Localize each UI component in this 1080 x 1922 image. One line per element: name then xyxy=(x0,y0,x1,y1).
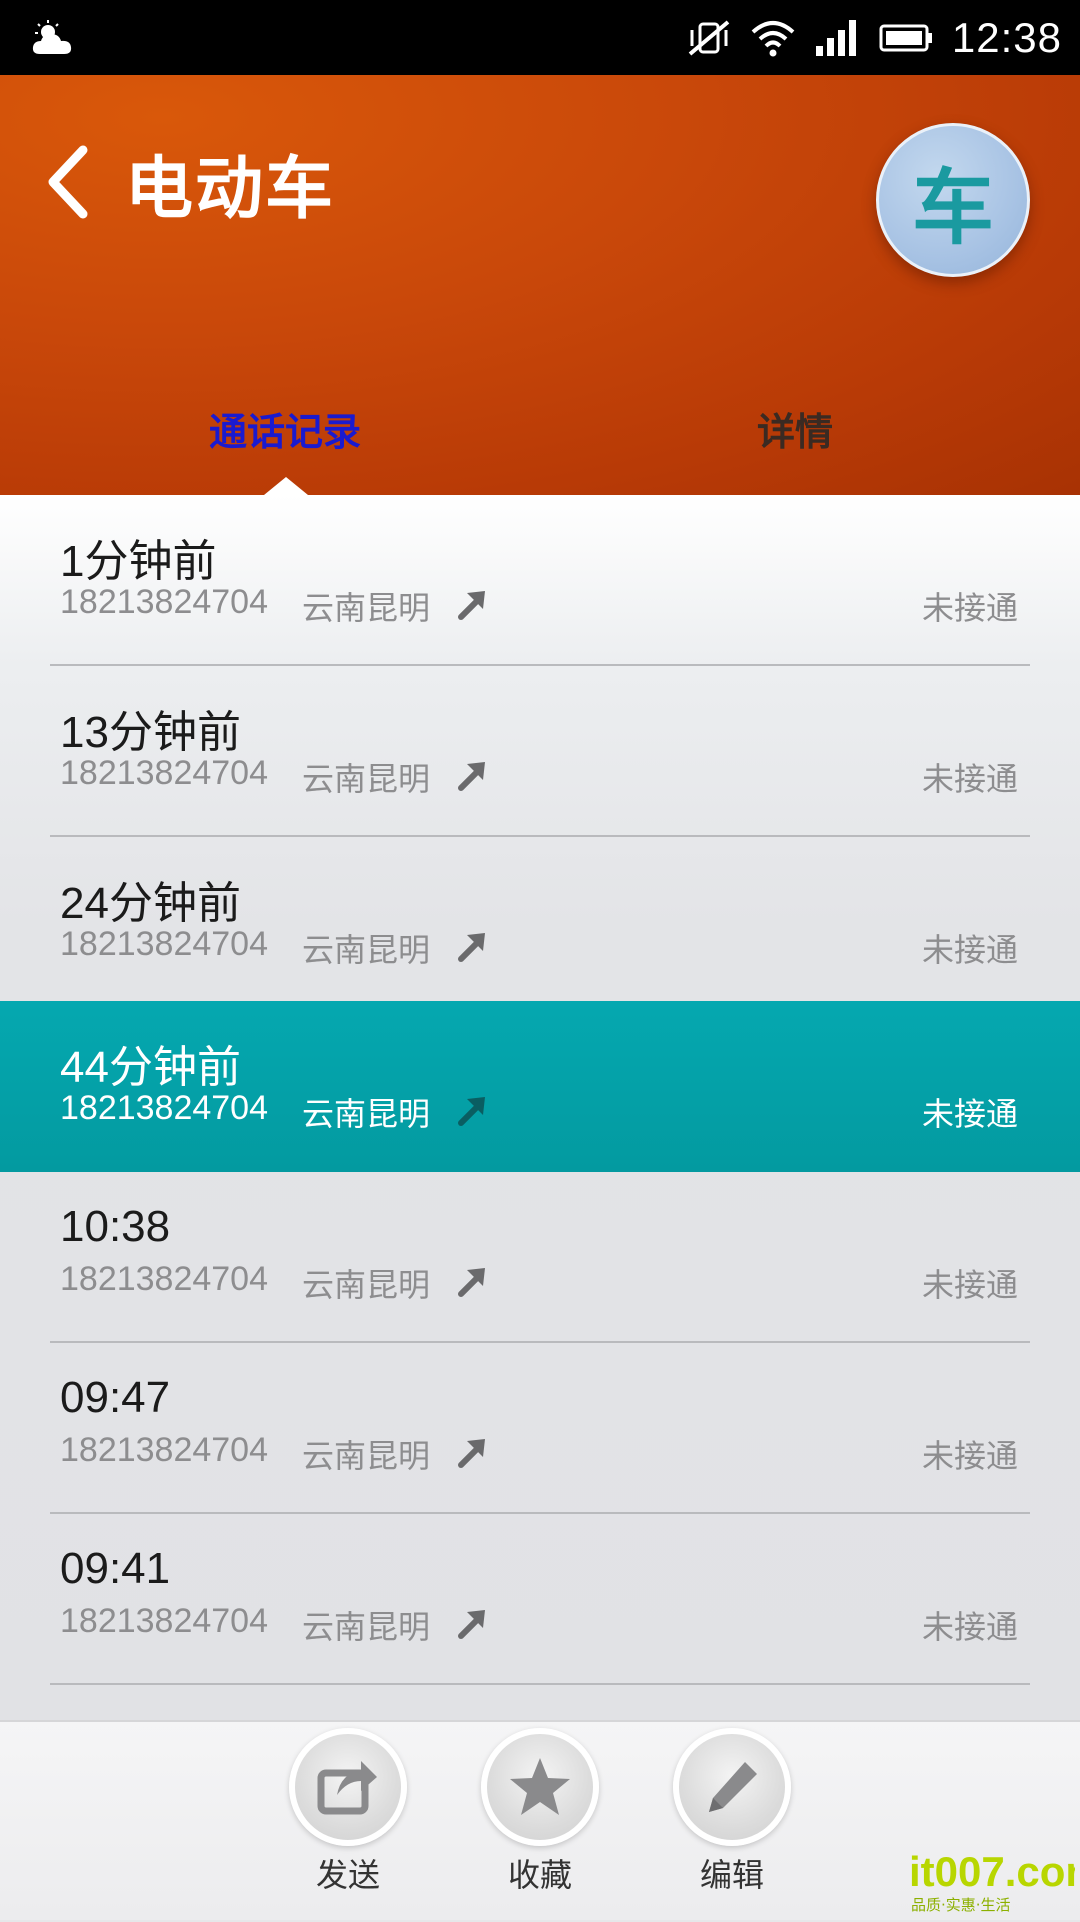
send-label: 发送 xyxy=(315,1856,380,1894)
back-button[interactable] xyxy=(38,137,98,227)
call-location: 云南昆明 xyxy=(302,589,431,627)
favorite-button[interactable]: 收藏 xyxy=(475,1722,605,1922)
outgoing-call-arrow-icon xyxy=(458,591,485,620)
favorite-label: 收藏 xyxy=(507,1856,572,1894)
call-status: 未接通 xyxy=(921,1266,1018,1304)
call-location: 云南昆明 xyxy=(302,760,431,798)
call-log-row[interactable]: 13分钟前 18213824704 云南昆明 未接通 xyxy=(0,666,1080,837)
call-number: 18213824704 xyxy=(60,1431,269,1469)
call-time: 09:47 xyxy=(60,1373,171,1422)
battery-icon xyxy=(879,24,932,51)
wifi-icon xyxy=(751,20,795,56)
call-time: 10:38 xyxy=(60,1202,171,1251)
call-log-row[interactable]: 10:38 18213824704 云南昆明 未接通 xyxy=(0,1172,1080,1343)
call-time: 24分钟前 xyxy=(60,879,241,928)
edit-button[interactable]: 编辑 xyxy=(667,1722,797,1922)
call-status: 未接通 xyxy=(921,1437,1018,1475)
call-location: 云南昆明 xyxy=(302,1266,431,1304)
call-time: 13分钟前 xyxy=(60,708,241,757)
call-location: 云南昆明 xyxy=(302,1095,431,1133)
tab-bar: 通话记录 详情 xyxy=(0,385,1080,495)
outgoing-call-arrow-icon xyxy=(458,1097,485,1126)
star-icon xyxy=(510,1758,570,1815)
call-status: 未接通 xyxy=(921,760,1018,798)
call-log-row-selected[interactable]: 44分钟前 18213824704 云南昆明 未接通 xyxy=(0,1001,1080,1172)
call-log-row[interactable]: 09:41 18213824704 云南昆明 未接通 xyxy=(0,1514,1080,1685)
weather-cloud-icon xyxy=(30,18,78,58)
call-status: 未接通 xyxy=(921,589,1018,627)
call-time: 1分钟前 xyxy=(60,537,217,586)
call-status: 未接通 xyxy=(921,1095,1018,1133)
call-number: 18213824704 xyxy=(60,925,269,963)
share-icon xyxy=(317,1761,377,1815)
edit-label: 编辑 xyxy=(699,1856,764,1894)
call-number: 18213824704 xyxy=(60,583,269,621)
call-time: 09:41 xyxy=(60,1544,171,1593)
call-log-row[interactable]: 1分钟前 18213824704 云南昆明 未接通 xyxy=(0,495,1080,666)
call-number: 18213824704 xyxy=(60,754,269,792)
send-button[interactable]: 发送 xyxy=(283,1722,413,1922)
active-tab-indicator xyxy=(264,477,308,495)
favorite-button-circle[interactable] xyxy=(481,1728,599,1846)
signal-icon xyxy=(815,19,856,56)
call-location: 云南昆明 xyxy=(302,931,431,969)
silent-vibrate-off-icon xyxy=(688,19,730,56)
call-log-row[interactable]: 09:47 18213824704 云南昆明 未接通 xyxy=(0,1343,1080,1514)
call-number: 18213824704 xyxy=(60,1602,269,1640)
status-time: 12:38 xyxy=(951,13,1062,61)
outgoing-call-arrow-icon xyxy=(458,1439,485,1468)
call-number: 18213824704 xyxy=(60,1260,269,1298)
contact-header: 电动车 车 通话记录 详情 xyxy=(0,75,1080,495)
outgoing-call-arrow-icon xyxy=(458,762,485,791)
contact-name: 电动车 xyxy=(125,150,336,229)
site-watermark-logo: it007.com 品质·实惠·生活 xyxy=(905,1848,1080,1916)
outgoing-call-arrow-icon xyxy=(458,1610,485,1639)
call-log-row[interactable]: 24分钟前 18213824704 云南昆明 未接通 xyxy=(0,837,1080,1008)
call-status: 未接通 xyxy=(921,931,1018,969)
row-divider xyxy=(50,1683,1030,1685)
call-status: 未接通 xyxy=(921,1608,1018,1646)
status-bar: 12:38 xyxy=(0,0,1080,75)
call-time: 44分钟前 xyxy=(60,1043,241,1092)
contact-avatar[interactable]: 车 xyxy=(876,123,1030,277)
outgoing-call-arrow-icon xyxy=(458,1268,485,1297)
watermark-subtext: 品质·实惠·生活 xyxy=(911,1896,1011,1914)
outgoing-call-arrow-icon xyxy=(458,933,485,962)
edit-button-circle[interactable] xyxy=(673,1728,791,1846)
chevron-left-icon xyxy=(48,145,88,219)
pencil-icon xyxy=(709,1762,757,1812)
call-number: 18213824704 xyxy=(60,1089,269,1127)
tab-call-log[interactable]: 通话记录 xyxy=(80,373,490,483)
watermark-text: it007.com xyxy=(909,1848,1075,1895)
call-location: 云南昆明 xyxy=(302,1437,431,1475)
tab-details[interactable]: 详情 xyxy=(590,373,1000,483)
send-button-circle[interactable] xyxy=(289,1728,407,1846)
call-location: 云南昆明 xyxy=(302,1608,431,1646)
avatar-letter: 车 xyxy=(911,160,994,256)
call-log-list[interactable]: 1分钟前 18213824704 云南昆明 未接通 13分钟前 18213824… xyxy=(0,495,1080,1720)
